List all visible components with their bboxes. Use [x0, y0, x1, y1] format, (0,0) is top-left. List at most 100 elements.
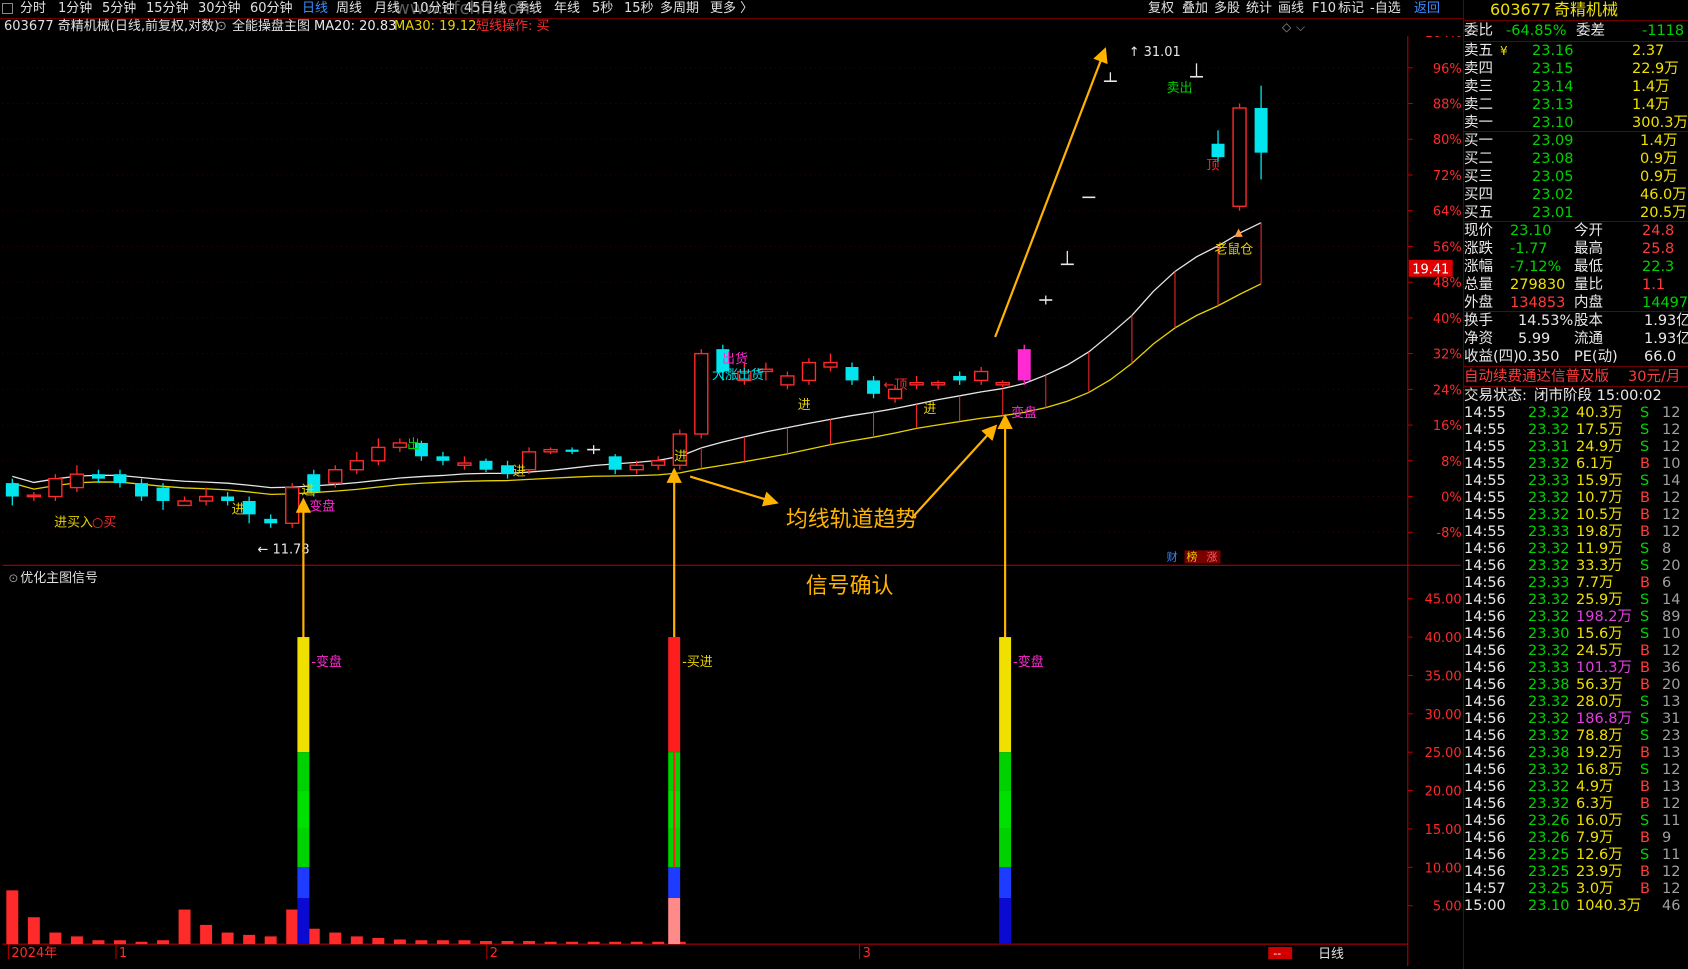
ask-row[interactable]: 卖五 ¥23.16 2.37	[1464, 42, 1688, 60]
period-tab-15[interactable]: 多周期	[660, 0, 699, 18]
tick-time: 14:56	[1464, 626, 1506, 642]
rise-badge[interactable]: 涨	[1206, 550, 1217, 563]
ask-label: 卖三	[1464, 79, 1493, 95]
ask-volume: 2.37	[1632, 43, 1665, 59]
ad-text[interactable]: 自动续费通达信普及版	[1464, 368, 1609, 386]
tick-side: S	[1640, 626, 1650, 642]
bid-row[interactable]: 买五 23.01 20.5万	[1464, 204, 1688, 222]
period-tab-6[interactable]: 日线	[302, 0, 328, 18]
tick-row: 14:56 23.32 28.0万 S 13	[1464, 694, 1688, 711]
candle	[198, 487, 214, 506]
tick-time: 14:55	[1464, 456, 1506, 472]
candle	[867, 375, 881, 399]
tick-row: 14:56 23.33 101.3万 B 36	[1464, 660, 1688, 677]
finance-badge[interactable]: 财	[1167, 549, 1178, 563]
bid-price: 23.09	[1532, 133, 1574, 149]
toolbar-btn-4[interactable]: 画线	[1278, 0, 1304, 18]
candle	[5, 478, 19, 506]
period-tab-12[interactable]: 年线	[554, 0, 580, 18]
ad-row[interactable]: 自动续费通达信普及版 30元/月	[1464, 368, 1688, 386]
indicator-name[interactable]: 全能操盘主图	[232, 18, 310, 36]
period-tab-3[interactable]: 15分钟	[146, 0, 189, 18]
toolbar-btn-2[interactable]: 多股	[1214, 0, 1240, 18]
toolbar-btn-1[interactable]: 叠加	[1182, 0, 1208, 18]
period-tab-1[interactable]: 1分钟	[58, 0, 92, 18]
tick-time: 15:00	[1464, 898, 1506, 914]
tick-side: S	[1640, 405, 1650, 421]
tick-row: 14:55 23.31 24.9万 S 12	[1464, 439, 1688, 456]
tick-price: 23.25	[1528, 864, 1570, 880]
settings-gear-icon[interactable]: ⊙	[216, 18, 227, 36]
ask-row[interactable]: 卖二 23.13 1.4万	[1464, 96, 1688, 114]
date-label: 2024年	[11, 946, 57, 961]
sub-y-label: 5.00	[1433, 900, 1462, 915]
tick-row: 14:56 23.26 16.0万 S 11	[1464, 813, 1688, 830]
tick-price: 23.32	[1528, 762, 1570, 778]
period-tab-2[interactable]: 5分钟	[102, 0, 136, 18]
ask-row[interactable]: 卖四 23.15 22.9万	[1464, 60, 1688, 78]
date-label: 3	[863, 946, 871, 961]
period-label[interactable]: 日线	[1318, 947, 1344, 962]
y-axis-label: 88%	[1433, 98, 1462, 113]
stat-value: -1.77	[1510, 241, 1548, 257]
jin-label: 进	[798, 398, 811, 413]
stat-row: 涨跌 -1.77 最高 25.8	[1464, 240, 1688, 258]
period-tab-7[interactable]: 周线	[336, 0, 362, 18]
toolbar-btn-0[interactable]: 复权	[1148, 0, 1174, 18]
y-axis-label: 56%	[1433, 240, 1462, 255]
tick-side: S	[1640, 728, 1650, 744]
tick-volume: 6.1万	[1576, 456, 1614, 472]
menu-box-icon[interactable]	[2, 3, 13, 14]
chart-info-bar: 603677 奇精机械(日线,前复权,对数) ⊙ 全能操盘主图 MA20: 20…	[0, 18, 1410, 36]
trend-arrow-left	[689, 475, 779, 507]
stat-value: -7.12%	[1510, 259, 1562, 275]
scroll-button-text[interactable]: --	[1273, 947, 1281, 960]
toolbar-btn-6[interactable]: 标记	[1338, 0, 1364, 18]
tick-price: 23.33	[1528, 575, 1570, 591]
period-tab-13[interactable]: 5秒	[592, 0, 613, 18]
candle	[930, 380, 946, 390]
toolbar-btn-7[interactable]: -自选	[1370, 0, 1401, 18]
period-tab-5[interactable]: 60分钟	[250, 0, 293, 18]
chevron-down-icon[interactable]: ⌵	[1296, 18, 1305, 36]
volume-bar	[609, 941, 622, 945]
tick-side: S	[1640, 847, 1650, 863]
sub-y-label: 40.00	[1425, 631, 1462, 646]
rank-badge[interactable]: 榜	[1187, 549, 1198, 563]
signal-column-segment	[999, 898, 1012, 945]
candle	[177, 496, 192, 507]
bid-row[interactable]: 买二 23.08 0.9万	[1464, 150, 1688, 168]
tick-row: 14:56 23.32 78.8万 S 23	[1464, 728, 1688, 745]
tick-row: 14:56 23.30 15.6万 S 10	[1464, 626, 1688, 643]
bid-row[interactable]: 买四 23.02 46.0万	[1464, 186, 1688, 204]
candle	[1017, 344, 1031, 385]
kline-chart-area[interactable]: 进买入 ○买进进变盘出进进出货大涨出货←顶进进变盘卖出顶老鼠仓← 11.78↑ 3…	[0, 36, 1463, 966]
period-tab-16[interactable]: 更多 〉	[710, 0, 753, 18]
period-tab-4[interactable]: 30分钟	[198, 0, 241, 18]
ask-price: 23.10	[1532, 115, 1574, 131]
ask-row[interactable]: 卖一 23.10 300.3万	[1464, 114, 1688, 132]
volume-bar	[307, 928, 320, 945]
toolbar-btn-3[interactable]: 统计	[1246, 0, 1272, 18]
tick-row: 14:56 23.32 25.9万 S 14	[1464, 592, 1688, 609]
toolbar-btn-8[interactable]: 返回	[1414, 0, 1440, 18]
ad-price[interactable]: 30元/月	[1628, 368, 1680, 386]
diamond-icon[interactable]: ◇	[1282, 18, 1291, 36]
ask-label: 卖二	[1464, 97, 1493, 113]
bid-row[interactable]: 买三 23.05 0.9万	[1464, 168, 1688, 186]
toolbar-btn-5[interactable]: F10	[1312, 0, 1336, 18]
signal-text: 短线操作: 买	[476, 19, 550, 34]
stat-label: 最高	[1574, 241, 1603, 257]
volume-bar	[501, 941, 514, 945]
bid-row[interactable]: 买一 23.09 1.4万	[1464, 132, 1688, 150]
period-tab-14[interactable]: 15秒	[624, 0, 654, 18]
period-tab-0[interactable]: 分时	[20, 0, 46, 18]
ask-price: 23.13	[1532, 97, 1574, 113]
tick-time: 14:56	[1464, 541, 1506, 557]
candle	[651, 456, 666, 470]
ma30-label: MA30: 19.12	[394, 19, 477, 34]
tick-volume: 19.2万	[1576, 745, 1623, 761]
subchart-gear-icon[interactable]: ⊙	[8, 571, 18, 585]
ask-row[interactable]: 卖三 23.14 1.4万	[1464, 78, 1688, 96]
signal-column-segment	[297, 867, 310, 899]
